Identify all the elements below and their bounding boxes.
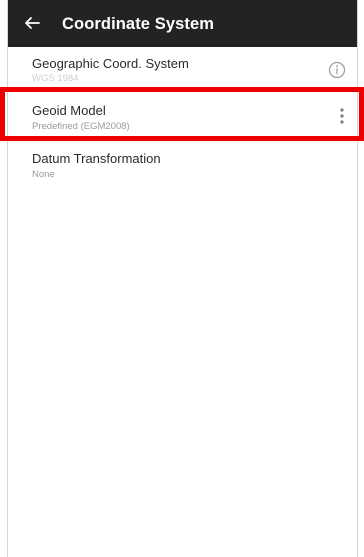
geoid-model-item[interactable]: Geoid Model Predefined (EGM2008)	[8, 93, 357, 141]
geographic-coord-system-value: WGS 1984	[32, 73, 79, 84]
geographic-coord-system-label: Geographic Coord. System	[32, 56, 189, 71]
more-vert-icon[interactable]	[339, 107, 345, 125]
screen: Coordinate System Geographic Coord. Syst…	[7, 0, 358, 557]
arrow-back-icon	[25, 17, 40, 29]
datum-transformation-value: None	[32, 169, 55, 180]
datum-transformation-item[interactable]: Datum Transformation None	[8, 141, 357, 187]
info-icon[interactable]	[328, 61, 346, 79]
geoid-model-label: Geoid Model	[32, 103, 106, 118]
geographic-coord-system-item[interactable]: Geographic Coord. System WGS 1984	[8, 47, 357, 93]
geoid-model-value: Predefined (EGM2008)	[32, 121, 130, 132]
app-bar: Coordinate System	[8, 0, 357, 47]
page-title: Coordinate System	[62, 15, 215, 33]
back-button[interactable]	[17, 8, 47, 38]
datum-transformation-label: Datum Transformation	[32, 151, 161, 166]
